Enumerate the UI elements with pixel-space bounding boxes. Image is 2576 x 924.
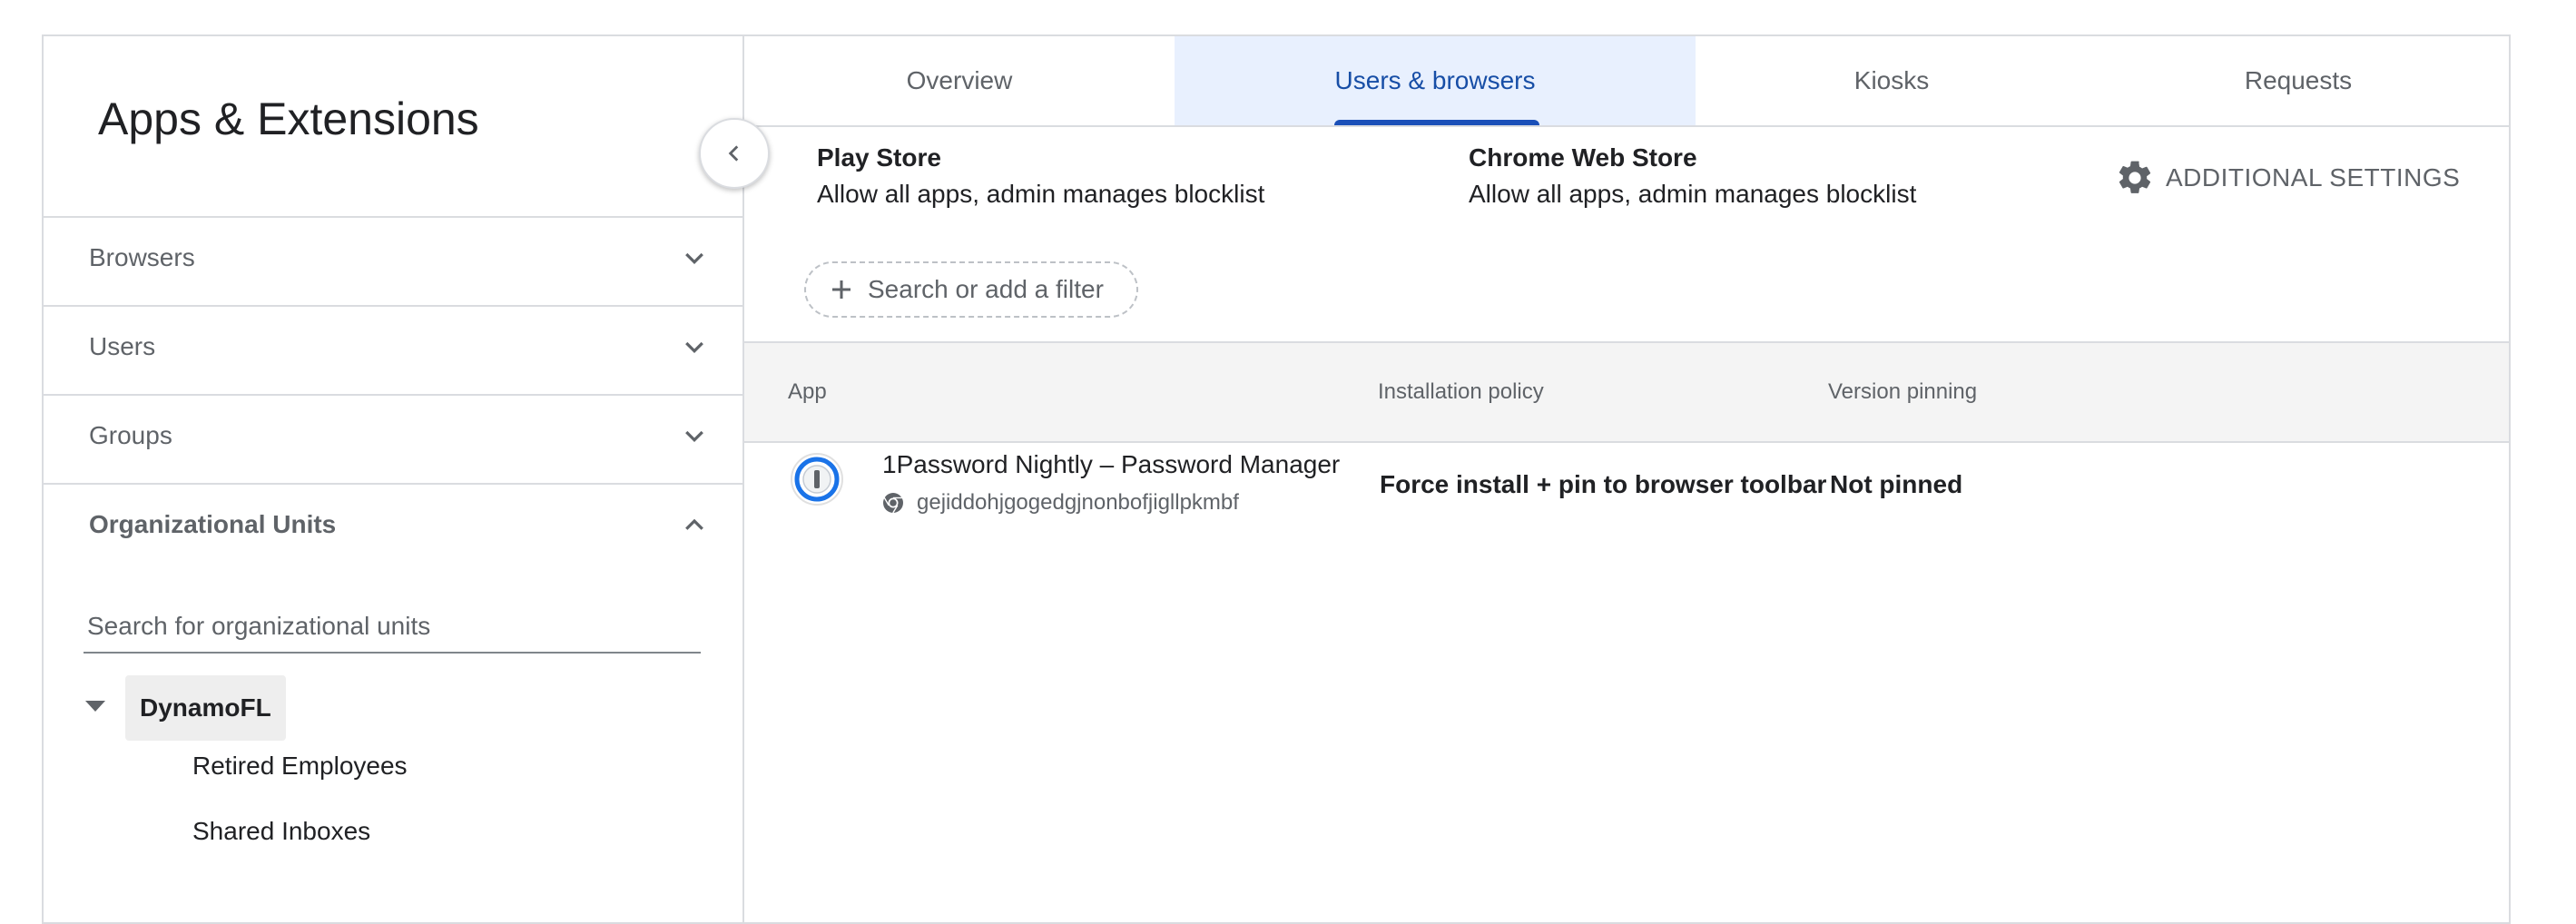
- caret-down-icon[interactable]: [85, 701, 105, 712]
- installation-policy-value[interactable]: Force install + pin to browser toolbar: [1380, 470, 1826, 499]
- gear-icon: [2119, 161, 2151, 193]
- sidebar-section-label: Users: [89, 332, 156, 360]
- app-id-text: gejiddohjgogedgjnonbofjigllpkmbf: [917, 490, 1239, 515]
- chevron-up-icon: [685, 518, 703, 530]
- search-filter-chip[interactable]: Search or add a filter: [804, 261, 1138, 318]
- tab-requests[interactable]: Requests: [2088, 36, 2509, 125]
- sidebar-title: Apps & Extensions: [98, 93, 479, 144]
- sidebar-section-users[interactable]: Users: [44, 307, 742, 394]
- app-id: gejiddohjgogedgjnonbofjigllpkmbf: [882, 490, 1239, 516]
- additional-settings-button[interactable]: ADDITIONAL SETTINGS: [2115, 158, 2460, 198]
- chrome-web-store-title: Chrome Web Store: [1469, 143, 1697, 172]
- chevron-left-icon: [728, 145, 739, 162]
- tab-bar: Overview Users & browsers Kiosks Request…: [744, 36, 2509, 127]
- tab-users-browsers[interactable]: Users & browsers: [1175, 36, 1696, 125]
- tab-overview[interactable]: Overview: [744, 36, 1175, 125]
- sidebar-section-browsers[interactable]: Browsers: [44, 218, 742, 305]
- chevron-down-icon: [685, 341, 703, 354]
- sidebar-section-groups[interactable]: Groups: [44, 396, 742, 483]
- 1password-icon: [791, 453, 843, 506]
- column-header-app[interactable]: App: [788, 379, 827, 405]
- sidebar-section-label: Organizational Units: [89, 510, 337, 538]
- play-store-summary: Play Store Allow all apps, admin manages…: [817, 143, 1264, 209]
- app-name[interactable]: 1Password Nightly – Password Manager: [882, 450, 1340, 479]
- table-row[interactable]: 1Password Nightly – Password Manager gej…: [744, 441, 2509, 528]
- column-header-installation-policy[interactable]: Installation policy: [1378, 379, 1544, 405]
- plus-icon: [832, 280, 850, 299]
- filter-placeholder: Search or add a filter: [868, 275, 1104, 303]
- chevron-down-icon: [685, 252, 703, 265]
- play-store-title: Play Store: [817, 143, 941, 172]
- collapse-sidebar-button[interactable]: [699, 118, 770, 189]
- sidebar-section-label: Groups: [89, 421, 172, 449]
- table-header: App Installation policy Version pinning: [744, 341, 2509, 443]
- sidebar-section-organizational-units[interactable]: Organizational Units: [44, 485, 742, 572]
- chrome-icon: [883, 493, 903, 514]
- chrome-web-store-policy: Allow all apps, admin manages blocklist: [1469, 180, 1917, 208]
- play-store-policy: Allow all apps, admin manages blocklist: [817, 180, 1265, 208]
- tree-item-root[interactable]: DynamoFL: [125, 675, 286, 741]
- active-tab-indicator: [1334, 120, 1539, 125]
- tree-item-retired-employees[interactable]: Retired Employees: [192, 752, 408, 781]
- version-pinning-value[interactable]: Not pinned: [1830, 470, 1962, 499]
- sidebar: Apps & Extensions Browsers Users Groups …: [42, 34, 742, 924]
- tree-item-shared-inboxes[interactable]: Shared Inboxes: [192, 817, 370, 846]
- tab-label: Users & browsers: [1334, 66, 1536, 94]
- ou-search-input[interactable]: [84, 601, 701, 654]
- sidebar-section-label: Browsers: [89, 243, 195, 271]
- main-panel: Overview Users & browsers Kiosks Request…: [742, 34, 2511, 924]
- additional-settings-label: ADDITIONAL SETTINGS: [2166, 163, 2461, 192]
- column-header-version-pinning[interactable]: Version pinning: [1828, 379, 1977, 405]
- chrome-web-store-summary: Chrome Web Store Allow all apps, admin m…: [1469, 143, 1916, 209]
- tab-kiosks[interactable]: Kiosks: [1696, 36, 2088, 125]
- chevron-down-icon: [685, 430, 703, 443]
